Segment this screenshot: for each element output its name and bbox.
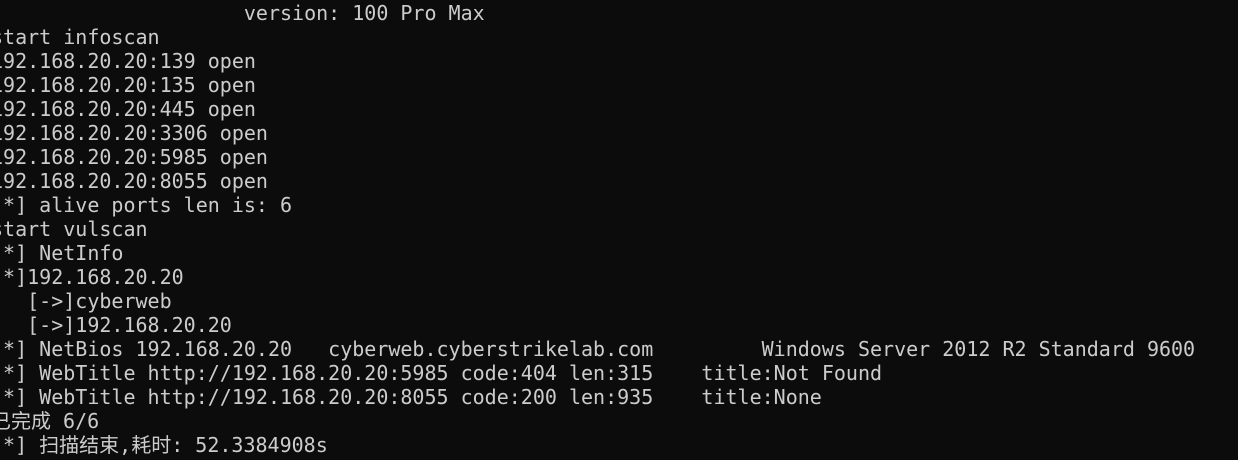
terminal-line-netinfo-ip: [->]192.168.20.20 [0, 313, 232, 337]
terminal-line-port-445: 192.168.20.20:445 open [0, 97, 256, 121]
terminal-line-webtitle-5985: [*] WebTitle http://192.168.20.20:5985 c… [0, 361, 883, 385]
terminal-line-start-vulscan: start vulscan [0, 217, 148, 241]
terminal-line-scan-finished: [*] 扫描结束,耗时: 52.3384908s [0, 433, 328, 457]
terminal-line-port-8055: 192.168.20.20:8055 open [0, 169, 268, 193]
terminal-line-netinfo: [*] NetInfo [0, 241, 124, 265]
terminal-line-netinfo-host: [*]192.168.20.20 [0, 265, 184, 289]
terminal-line-start-infoscan: start infoscan [0, 25, 160, 49]
terminal-line-port-139: 192.168.20.20:139 open [0, 49, 256, 73]
terminal-line-port-3306: 192.168.20.20:3306 open [0, 121, 268, 145]
terminal-line-port-135: 192.168.20.20:135 open [0, 73, 256, 97]
terminal-line-version: version: 100 Pro Max [0, 1, 485, 25]
terminal-line-webtitle-8055: [*] WebTitle http://192.168.20.20:8055 c… [0, 385, 822, 409]
terminal-line-netinfo-hostname: [->]cyberweb [0, 289, 172, 313]
terminal-window[interactable]: version: 100 Pro Max start infoscan 192.… [0, 0, 1238, 460]
terminal-line-completed: 已完成 6/6 [0, 409, 100, 433]
terminal-line-netbios: [*] NetBios 192.168.20.20 cyberweb.cyber… [0, 337, 1196, 361]
terminal-line-alive-ports: [*] alive ports len is: 6 [0, 193, 293, 217]
terminal-line-port-5985: 192.168.20.20:5985 open [0, 145, 268, 169]
